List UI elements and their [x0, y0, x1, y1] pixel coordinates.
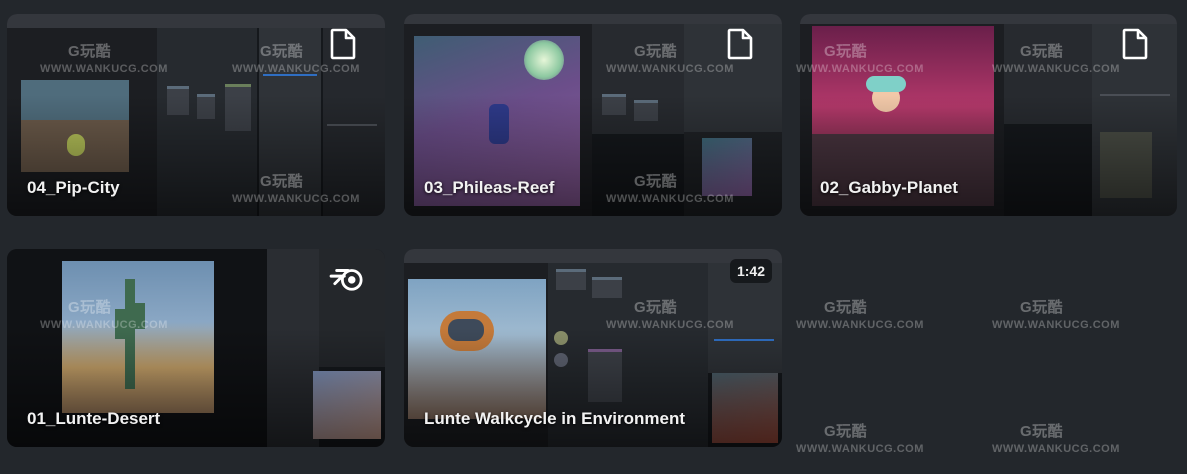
card-title: 03_Phileas-Reef	[424, 178, 555, 197]
watermark: G玩酷 WWW.WANKUCG.COM	[796, 299, 924, 331]
file-card-gabby-planet[interactable]: 02_Gabby-Planet	[800, 14, 1177, 216]
watermark: G玩酷 WWW.WANKUCG.COM	[992, 423, 1120, 455]
video-card-lunte-walkcycle[interactable]: 1:42 Lunte Walkcycle in Environment	[404, 249, 782, 447]
blender-icon	[329, 269, 363, 291]
file-card-lunte-desert[interactable]: 01_Lunte-Desert	[7, 249, 385, 447]
watermark: G玩酷 WWW.WANKUCG.COM	[992, 299, 1120, 331]
card-title: 02_Gabby-Planet	[820, 178, 958, 197]
document-icon	[1122, 28, 1148, 60]
document-icon	[727, 28, 753, 60]
document-icon	[330, 28, 356, 60]
card-title: 04_Pip-City	[27, 178, 120, 197]
video-duration-badge: 1:42	[729, 259, 772, 283]
file-card-pip-city[interactable]: 04_Pip-City	[7, 14, 385, 216]
watermark: G玩酷 WWW.WANKUCG.COM	[796, 423, 924, 455]
card-title: Lunte Walkcycle in Environment	[424, 409, 686, 428]
card-title: 01_Lunte-Desert	[27, 409, 161, 428]
file-card-phileas-reef[interactable]: 03_Phileas-Reef	[404, 14, 782, 216]
